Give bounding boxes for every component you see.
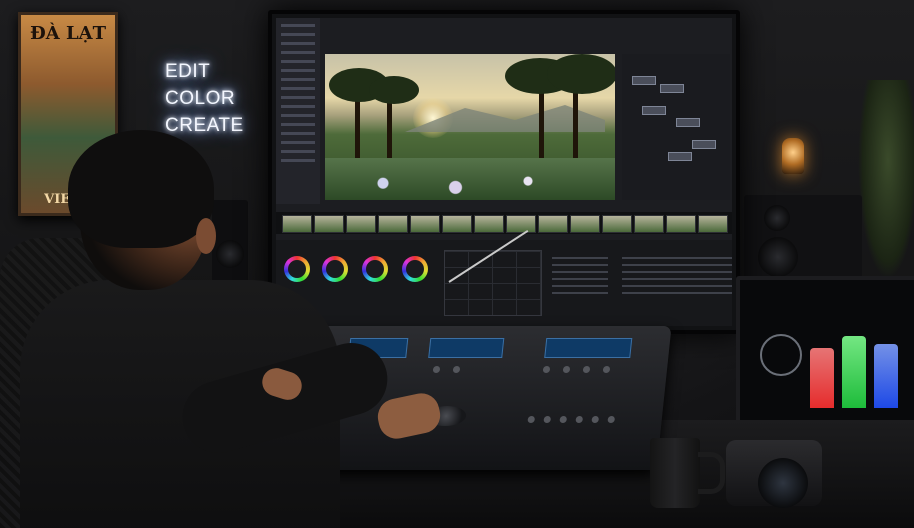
ear	[196, 218, 216, 254]
plant	[858, 80, 914, 280]
node-graph	[622, 54, 730, 200]
curves-graph	[444, 229, 542, 316]
color-wheel-icon	[362, 256, 388, 282]
timeline-filmstrip	[276, 212, 732, 234]
neon-line-edit: EDIT	[165, 61, 211, 82]
neon-sign: EDIT COLOR CREATE	[165, 58, 244, 139]
mug-handle	[698, 452, 725, 494]
poster-title: ĐÀ LẠT	[30, 23, 106, 44]
speaker-tweeter	[764, 205, 790, 231]
speaker-woofer	[758, 237, 798, 277]
mug-icon	[650, 438, 700, 508]
settings-list	[552, 252, 608, 299]
color-panel	[276, 229, 732, 326]
waveform-red	[810, 348, 834, 408]
console-display	[428, 338, 505, 358]
grading-app-screen	[276, 18, 732, 326]
camera-lens	[758, 458, 808, 508]
hair	[68, 130, 214, 248]
flower-field	[325, 158, 615, 200]
lamp-icon	[782, 138, 804, 174]
settings-list	[622, 252, 678, 299]
video-viewer	[325, 54, 615, 200]
waveform-blue	[874, 344, 898, 408]
editor-person	[0, 130, 396, 528]
color-wheel-icon	[402, 256, 428, 282]
console-display	[544, 338, 633, 358]
right-speaker	[744, 195, 862, 281]
editing-suite-scene: ĐÀ LẠT VIETN EDIT COLOR CREATE	[0, 0, 914, 528]
neon-line-color: COLOR	[165, 88, 236, 109]
waveform-green	[842, 336, 866, 408]
vectorscope	[760, 334, 802, 376]
settings-list	[676, 252, 732, 299]
